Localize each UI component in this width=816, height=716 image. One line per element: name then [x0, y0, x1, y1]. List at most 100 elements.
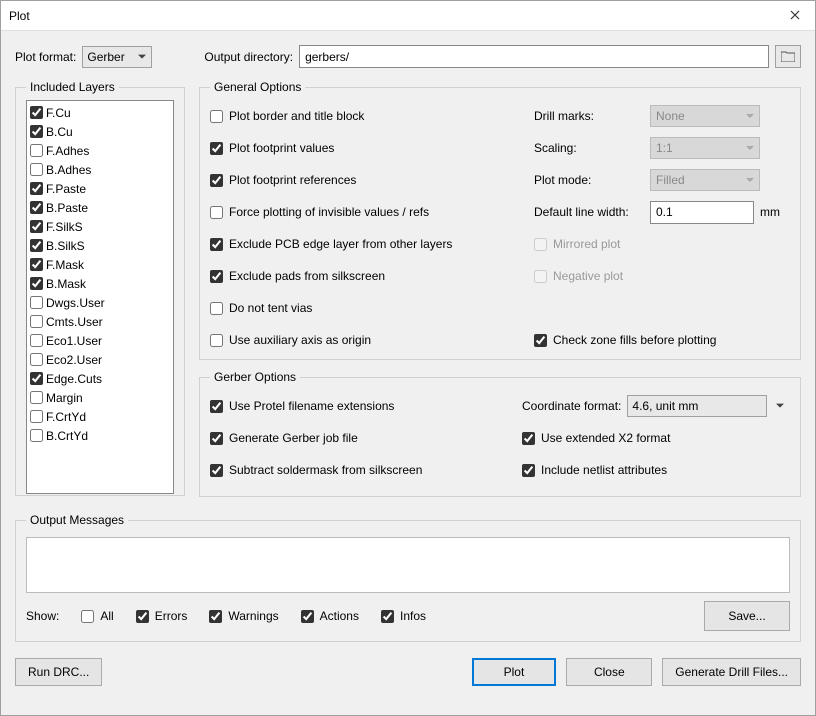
general-border-checkbox[interactable] [210, 110, 223, 123]
layer-item[interactable]: F.Paste [30, 179, 170, 198]
layer-name: Cmts.User [46, 315, 103, 329]
general-border-label: Plot border and title block [229, 109, 364, 123]
layer-checkbox[interactable] [30, 372, 43, 385]
generate-drill-button[interactable]: Generate Drill Files... [662, 658, 801, 686]
general-border[interactable]: Plot border and title block [210, 100, 510, 132]
gerber-subtract[interactable]: Subtract soldermask from silkscreen [210, 454, 510, 486]
layer-checkbox[interactable] [30, 182, 43, 195]
layer-item[interactable]: B.SilkS [30, 236, 170, 255]
layer-name: Eco2.User [46, 353, 102, 367]
default-lw-unit: mm [760, 205, 780, 219]
general-aux-axis-checkbox[interactable] [210, 334, 223, 347]
layer-checkbox[interactable] [30, 391, 43, 404]
layer-name: F.Mask [46, 258, 84, 272]
show-actions-checkbox[interactable] [301, 610, 314, 623]
close-icon[interactable] [783, 9, 807, 23]
scaling-label: Scaling: [534, 141, 644, 155]
layer-checkbox[interactable] [30, 125, 43, 138]
layer-checkbox[interactable] [30, 296, 43, 309]
layer-checkbox[interactable] [30, 144, 43, 157]
plot-format-select[interactable]: Gerber [82, 46, 152, 68]
layer-item[interactable]: B.Mask [30, 274, 170, 293]
general-aux-axis[interactable]: Use auxiliary axis as origin [210, 324, 510, 356]
layer-checkbox[interactable] [30, 258, 43, 271]
layer-item[interactable]: B.Adhes [30, 160, 170, 179]
save-button[interactable]: Save... [704, 601, 790, 631]
output-dir-input[interactable] [299, 45, 769, 68]
close-button[interactable]: Close [566, 658, 652, 686]
show-label: Show: [26, 609, 59, 623]
general-exclude-edge-checkbox[interactable] [210, 238, 223, 251]
coord-format-select[interactable]: 4.6, unit mm [627, 395, 767, 417]
layer-item[interactable]: F.Adhes [30, 141, 170, 160]
layer-item[interactable]: Eco2.User [30, 350, 170, 369]
x2-label: Use extended X2 format [541, 431, 670, 445]
plot-button[interactable]: Plot [472, 658, 557, 686]
check-zone-label: Check zone fills before plotting [553, 333, 716, 347]
layer-item[interactable]: B.CrtYd [30, 426, 170, 445]
run-drc-button[interactable]: Run DRC... [15, 658, 102, 686]
general-force-invisible-checkbox[interactable] [210, 206, 223, 219]
layer-item[interactable]: F.Cu [30, 103, 170, 122]
layer-name: Edge.Cuts [46, 372, 102, 386]
general-footprint-values-checkbox[interactable] [210, 142, 223, 155]
show-errors-checkbox[interactable] [136, 610, 149, 623]
layer-item[interactable]: Cmts.User [30, 312, 170, 331]
layer-checkbox[interactable] [30, 220, 43, 233]
gerber-jobfile-checkbox[interactable] [210, 432, 223, 445]
layer-item[interactable]: B.Cu [30, 122, 170, 141]
layer-checkbox[interactable] [30, 239, 43, 252]
browse-dir-button[interactable] [775, 45, 801, 68]
gerber-jobfile-label: Generate Gerber job file [229, 431, 358, 445]
general-footprint-values[interactable]: Plot footprint values [210, 132, 510, 164]
show-infos-checkbox[interactable] [381, 610, 394, 623]
gerber-jobfile[interactable]: Generate Gerber job file [210, 422, 510, 454]
plot-mode-select: Filled [650, 169, 760, 191]
gerber-protel[interactable]: Use Protel filename extensions [210, 390, 510, 422]
check-zone-checkbox[interactable] [534, 334, 547, 347]
layer-checkbox[interactable] [30, 106, 43, 119]
layer-checkbox[interactable] [30, 315, 43, 328]
general-exclude-pads-checkbox[interactable] [210, 270, 223, 283]
layer-checkbox[interactable] [30, 334, 43, 347]
layer-checkbox[interactable] [30, 410, 43, 423]
layer-item[interactable]: F.SilkS [30, 217, 170, 236]
layer-name: B.Mask [46, 277, 86, 291]
layer-item[interactable]: F.CrtYd [30, 407, 170, 426]
layer-checkbox[interactable] [30, 201, 43, 214]
general-force-invisible[interactable]: Force plotting of invisible values / ref… [210, 196, 510, 228]
layer-item[interactable]: Edge.Cuts [30, 369, 170, 388]
mirrored-checkbox [534, 238, 547, 251]
layer-item[interactable]: Eco1.User [30, 331, 170, 350]
layer-item[interactable]: Margin [30, 388, 170, 407]
x2-checkbox[interactable] [522, 432, 535, 445]
default-lw-input[interactable] [650, 201, 754, 224]
show-warnings-checkbox[interactable] [209, 610, 222, 623]
output-text-area [26, 537, 790, 593]
general-footprint-refs-label: Plot footprint references [229, 173, 356, 187]
general-footprint-refs-checkbox[interactable] [210, 174, 223, 187]
layer-item[interactable]: Dwgs.User [30, 293, 170, 312]
gerber-protel-checkbox[interactable] [210, 400, 223, 413]
general-exclude-edge[interactable]: Exclude PCB edge layer from other layers [210, 228, 510, 260]
general-footprint-refs[interactable]: Plot footprint references [210, 164, 510, 196]
general-no-tent-checkbox[interactable] [210, 302, 223, 315]
layer-item[interactable]: B.Paste [30, 198, 170, 217]
layer-checkbox[interactable] [30, 429, 43, 442]
gerber-subtract-label: Subtract soldermask from silkscreen [229, 463, 422, 477]
layer-name: F.Paste [46, 182, 86, 196]
gerber-subtract-checkbox[interactable] [210, 464, 223, 477]
general-exclude-pads[interactable]: Exclude pads from silkscreen [210, 260, 510, 292]
layers-list[interactable]: F.Cu B.Cu F.AdhesB.Adhes F.Paste B.PasteF.Si… [26, 100, 174, 494]
layer-checkbox[interactable] [30, 277, 43, 290]
layer-item[interactable]: F.Mask [30, 255, 170, 274]
output-dir-label: Output directory: [204, 50, 293, 64]
layer-checkbox[interactable] [30, 353, 43, 366]
layer-checkbox[interactable] [30, 163, 43, 176]
netlist-checkbox[interactable] [522, 464, 535, 477]
general-no-tent[interactable]: Do not tent vias [210, 292, 510, 324]
layer-name: B.Cu [46, 125, 73, 139]
show-all-checkbox[interactable] [81, 610, 94, 623]
included-layers-legend: Included Layers [26, 80, 119, 94]
layer-name: B.CrtYd [46, 429, 88, 443]
